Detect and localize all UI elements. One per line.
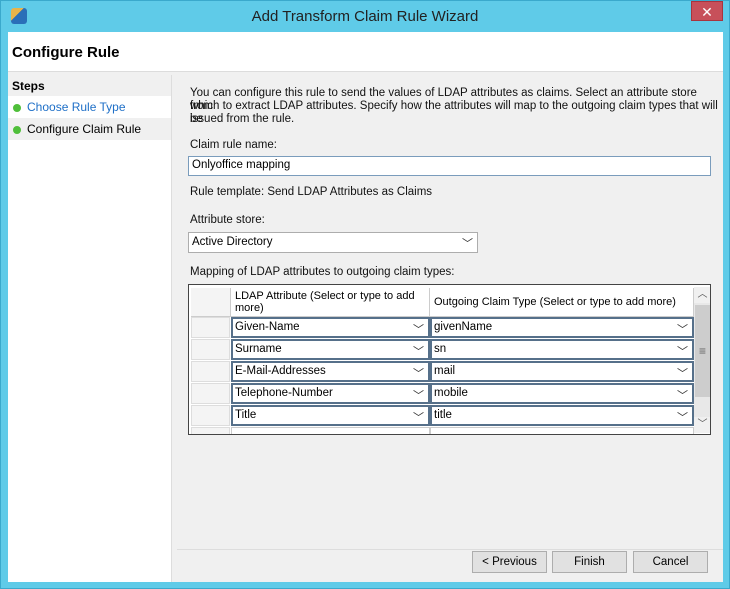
claim-type-value: title	[434, 409, 452, 421]
column-header-claim[interactable]: Outgoing Claim Type (Select or type to a…	[430, 288, 694, 317]
new-ldap-attribute-cell[interactable]	[231, 427, 430, 434]
ldap-attribute-value: Telephone-Number	[235, 387, 333, 399]
step-choose-rule-type[interactable]: Choose Rule Type	[8, 96, 171, 118]
chevron-down-icon: ﹀	[413, 324, 424, 336]
scroll-down-icon[interactable]: ﹀	[694, 417, 710, 433]
claim-type-select[interactable]: title ﹀	[430, 405, 694, 426]
claim-rule-name-input[interactable]: Onlyoffice mapping	[188, 156, 711, 176]
close-button[interactable]: ✕	[691, 1, 723, 21]
app-icon	[11, 8, 27, 24]
step-configure-claim-rule: Configure Claim Rule	[8, 118, 171, 140]
chevron-down-icon: ﹀	[677, 368, 688, 380]
claim-type-value: mobile	[434, 387, 468, 399]
ldap-attribute-select[interactable]: E-Mail-Addresses ﹀	[231, 361, 430, 382]
chevron-down-icon: ﹀	[462, 238, 473, 250]
row-header[interactable]	[191, 361, 230, 382]
step-label: Choose Rule Type	[27, 100, 126, 114]
claim-type-select[interactable]: mail ﹀	[430, 361, 694, 382]
chevron-down-icon: ﹀	[413, 390, 424, 402]
mapping-label: Mapping of LDAP attributes to outgoing c…	[190, 266, 455, 278]
rule-template-text: Rule template: Send LDAP Attributes as C…	[190, 186, 433, 198]
claim-type-select[interactable]: givenName ﹀	[430, 317, 694, 338]
status-dot-icon	[13, 104, 21, 112]
claim-rule-name-label: Claim rule name:	[190, 139, 277, 151]
ldap-attribute-value: Surname	[235, 343, 282, 355]
title-bar: Add Transform Claim Rule Wizard	[1, 1, 729, 31]
chevron-down-icon: ﹀	[677, 412, 688, 424]
ldap-attribute-value: E-Mail-Addresses	[235, 365, 326, 377]
row-header[interactable]	[191, 405, 230, 426]
claim-type-select[interactable]: sn ﹀	[430, 339, 694, 360]
ldap-attribute-select[interactable]: Title ﹀	[231, 405, 430, 426]
ldap-attribute-value: Title	[235, 409, 257, 421]
steps-heading: Steps	[8, 75, 171, 96]
scroll-thumb[interactable]: ≡	[695, 305, 710, 397]
chevron-down-icon: ﹀	[413, 412, 424, 424]
attribute-store-value: Active Directory	[192, 236, 273, 248]
claim-type-value: mail	[434, 365, 456, 377]
column-header-ldap[interactable]: LDAP Attribute (Select or type to add mo…	[231, 288, 430, 317]
wizard-window: Add Transform Claim Rule Wizard ✕ Config…	[0, 0, 730, 589]
row-header[interactable]	[191, 339, 230, 360]
page-header: Configure Rule	[8, 32, 723, 72]
chevron-down-icon: ﹀	[677, 346, 688, 358]
main-panel: You can configure this rule to send the …	[177, 75, 723, 549]
description-line: issued from the rule.	[190, 113, 295, 125]
steps-panel: Steps Choose Rule Type Configure Claim R…	[8, 75, 172, 582]
ldap-attribute-value: Given-Name	[235, 321, 300, 333]
chevron-down-icon: ﹀	[677, 390, 688, 402]
row-header[interactable]	[191, 383, 230, 404]
mapping-grid: LDAP Attribute (Select or type to add mo…	[188, 284, 711, 435]
chevron-down-icon: ﹀	[413, 346, 424, 358]
claim-type-select[interactable]: mobile ﹀	[430, 383, 694, 404]
step-label: Configure Claim Rule	[27, 122, 142, 136]
cancel-button[interactable]: Cancel	[633, 551, 708, 573]
attribute-store-label: Attribute store:	[190, 214, 265, 226]
row-header-corner	[191, 288, 231, 317]
finish-button[interactable]: Finish	[552, 551, 627, 573]
claim-type-value: givenName	[434, 321, 493, 333]
new-claim-type-cell[interactable]	[430, 427, 694, 434]
button-bar: < Previous Finish Cancel	[177, 549, 723, 582]
claim-type-value: sn	[434, 343, 447, 355]
page-title: Configure Rule	[12, 44, 120, 61]
row-header[interactable]	[191, 427, 230, 434]
vertical-scrollbar[interactable]: ︿ ≡ ﹀	[694, 287, 710, 433]
chevron-down-icon: ﹀	[677, 324, 688, 336]
ldap-attribute-select[interactable]: Given-Name ﹀	[231, 317, 430, 338]
window-title: Add Transform Claim Rule Wizard	[251, 8, 479, 25]
status-dot-icon	[13, 126, 21, 134]
previous-button[interactable]: < Previous	[472, 551, 547, 573]
row-header[interactable]	[191, 317, 230, 338]
attribute-store-select[interactable]: Active Directory ﹀	[188, 232, 478, 253]
ldap-attribute-select[interactable]: Surname ﹀	[231, 339, 430, 360]
ldap-attribute-select[interactable]: Telephone-Number ﹀	[231, 383, 430, 404]
chevron-down-icon: ﹀	[413, 368, 424, 380]
scroll-up-icon[interactable]: ︿	[694, 287, 710, 303]
